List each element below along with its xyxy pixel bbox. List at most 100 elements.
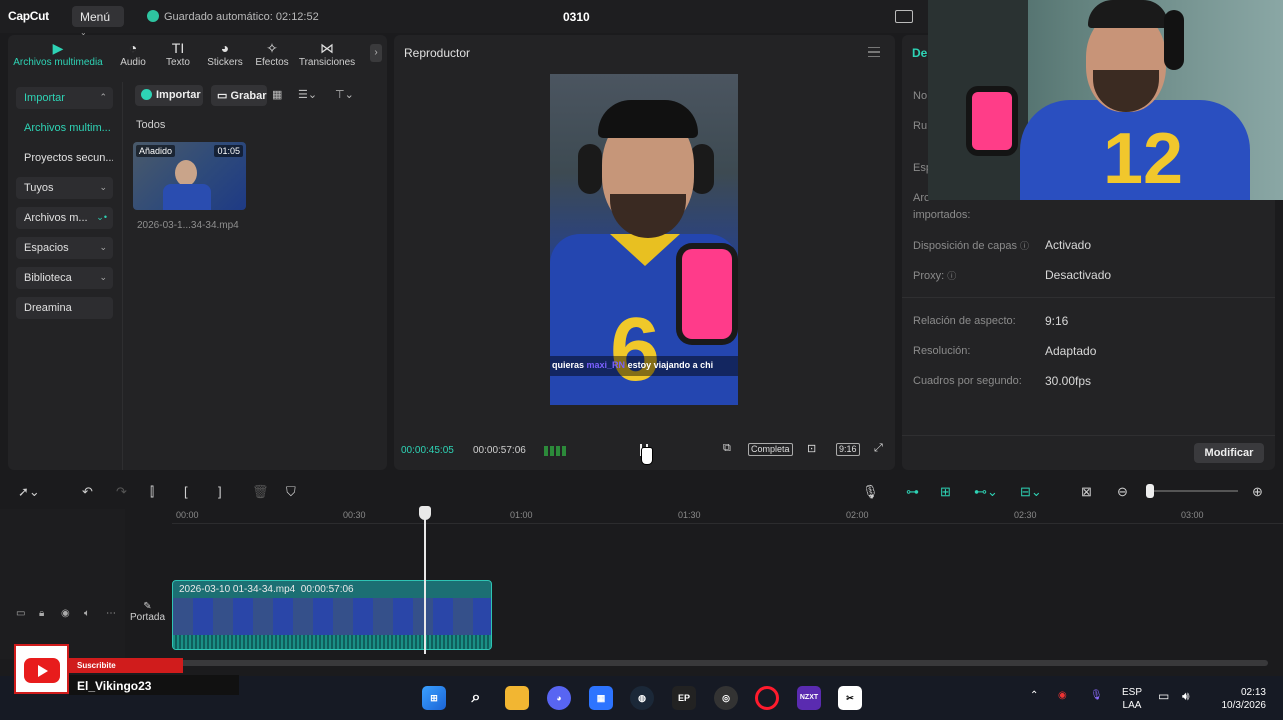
track-frame-icon[interactable]: ▭ bbox=[16, 608, 25, 619]
opera-icon[interactable] bbox=[755, 686, 779, 710]
sidebar-item-dreamina[interactable]: Dreamina bbox=[16, 297, 113, 319]
epic-games-icon[interactable]: EP bbox=[672, 686, 696, 710]
trim-right-icon[interactable]: ] bbox=[218, 484, 222, 499]
transitions-icon: ⋈ bbox=[320, 40, 334, 56]
marker-icon[interactable]: ⛉ bbox=[286, 484, 296, 500]
aspect-ratio-label: Relación de aspecto: bbox=[913, 315, 1016, 327]
microphone-icon[interactable]: 🎙 bbox=[862, 484, 879, 500]
modify-button[interactable]: Modificar bbox=[1194, 443, 1264, 463]
clock[interactable]: 02:13 10/3/2026 bbox=[1212, 686, 1267, 712]
clock-time: 02:13 bbox=[1240, 687, 1266, 698]
record-button[interactable]: ▭ Grabar bbox=[211, 85, 267, 106]
nzxt-icon[interactable]: NZXT bbox=[797, 686, 821, 710]
sidebar-item-label: Proyectos secun... bbox=[24, 152, 113, 164]
ruler-tick: 02:00 bbox=[846, 510, 869, 520]
info-icon[interactable]: ⓘ bbox=[1020, 241, 1029, 251]
ruler-tick: 01:00 bbox=[510, 510, 533, 520]
file-explorer-icon[interactable] bbox=[505, 686, 529, 710]
sidebar-item-library[interactable]: Biblioteca ⌄ bbox=[16, 267, 113, 289]
import-button[interactable]: Importar bbox=[135, 85, 203, 106]
details-tab[interactable]: De bbox=[912, 46, 927, 60]
detail-label-partial: No bbox=[913, 90, 928, 102]
zoom-out-icon[interactable]: ⊖ bbox=[1117, 484, 1128, 500]
video-preview[interactable]: 6 quieras maxi_RN estoy viajando a chi bbox=[550, 74, 738, 405]
sidebar-item-media-files-2[interactable]: Archivos m... ⌄• bbox=[16, 207, 113, 229]
layout-icon[interactable] bbox=[895, 10, 913, 23]
zoom-in-icon[interactable]: ⊕ bbox=[1252, 484, 1263, 500]
split-icon[interactable]: ⫿ bbox=[150, 484, 154, 500]
search-icon[interactable]: ⌕ bbox=[464, 686, 488, 710]
fullscreen-icon[interactable]: ⤢ bbox=[874, 442, 883, 455]
filter-icon[interactable]: ⊤⌄ bbox=[335, 88, 354, 101]
lock-icon[interactable]: 🔒︎ bbox=[39, 608, 44, 619]
store-icon[interactable]: ▦ bbox=[589, 686, 613, 710]
language-indicator[interactable]: ESP LAA bbox=[1122, 686, 1142, 712]
clip-filmstrip bbox=[173, 598, 491, 635]
sidebar-item-yours[interactable]: Tuyos ⌄ bbox=[16, 177, 113, 199]
chevron-up-icon[interactable]: ⌃ bbox=[1030, 690, 1038, 701]
tab-effects[interactable]: ✧ Efectos bbox=[248, 40, 296, 68]
steam-icon[interactable]: ◍ bbox=[630, 686, 654, 710]
sort-icon[interactable]: ☰⌄ bbox=[298, 88, 317, 101]
hamburger-menu-icon[interactable] bbox=[868, 47, 880, 57]
sidebar-item-spaces[interactable]: Espacios ⌄ bbox=[16, 237, 113, 259]
webcam-cap bbox=[1088, 0, 1168, 28]
volume-icon[interactable]: 🔊︎ bbox=[1182, 689, 1190, 704]
tray-mic-icon[interactable]: 🎙 bbox=[1090, 690, 1103, 701]
sidebar-item-import[interactable]: Importar ⌃ bbox=[16, 87, 113, 109]
delete-icon[interactable]: 🗑 bbox=[252, 484, 269, 500]
magnet-icon[interactable]: ⊞ bbox=[940, 484, 951, 500]
tab-text[interactable]: TI Texto bbox=[154, 40, 202, 68]
tab-media[interactable]: ▶ Archivos multimedia bbox=[10, 40, 106, 68]
menu-button[interactable]: Menú ⌄ bbox=[72, 6, 124, 37]
crop-icon[interactable]: ⧉ bbox=[723, 442, 731, 455]
undo-icon[interactable]: ↶ bbox=[82, 484, 93, 500]
more-icon[interactable]: ⋯ bbox=[106, 608, 116, 619]
windows-start-icon[interactable]: ⊞ bbox=[422, 686, 446, 710]
capcut-taskbar-icon[interactable]: ✂ bbox=[838, 686, 862, 710]
tab-stickers[interactable]: ◕ Stickers bbox=[201, 40, 249, 68]
info-icon[interactable]: ⓘ bbox=[947, 271, 956, 281]
focus-icon[interactable]: ⊡ bbox=[807, 442, 816, 455]
preview-axis-icon[interactable]: ⊟⌄ bbox=[1020, 484, 1042, 500]
zoom-slider-track[interactable] bbox=[1150, 490, 1238, 492]
media-thumbnail[interactable]: Añadido 01:05 bbox=[133, 142, 246, 210]
playhead-handle[interactable] bbox=[419, 506, 431, 520]
sidebar-item-media-files[interactable]: Archivos multim... bbox=[16, 117, 113, 139]
chevron-right-icon[interactable]: › bbox=[370, 44, 382, 62]
select-tool-icon[interactable]: ➚⌄ bbox=[18, 484, 40, 500]
sidebar-item-secondary-projects[interactable]: Proyectos secun... bbox=[16, 147, 113, 169]
playhead[interactable] bbox=[424, 506, 426, 654]
tray-app-icon[interactable]: ◉ bbox=[1058, 690, 1067, 701]
fps-label: Cuadros por segundo: bbox=[913, 375, 1022, 387]
zoom-slider-handle[interactable] bbox=[1146, 484, 1154, 498]
discord-icon[interactable]: ◕ bbox=[547, 686, 571, 710]
thumbnail-face bbox=[175, 160, 197, 186]
clip-duration: 00:00:57:06 bbox=[300, 584, 354, 595]
link-icon[interactable]: ⊶ bbox=[906, 484, 919, 500]
project-title[interactable]: 0310 bbox=[563, 10, 590, 24]
snap-icon[interactable]: ⊷⌄ bbox=[974, 484, 998, 500]
tab-audio[interactable]: ◔ Audio bbox=[109, 40, 157, 68]
channel-name: El_Vikingo23 bbox=[69, 675, 239, 695]
tab-label: Transiciones bbox=[298, 57, 356, 68]
video-jersey-number: 6 bbox=[610, 300, 661, 400]
timeline-scrollbar[interactable] bbox=[15, 660, 1268, 666]
grid-view-icon[interactable]: ▦ bbox=[272, 88, 282, 101]
record-label: Grabar bbox=[230, 90, 267, 102]
tab-label: Archivos multimedia bbox=[13, 57, 103, 68]
cover-button[interactable]: ✎ Portada bbox=[130, 601, 165, 631]
caption-icon[interactable]: ⊠ bbox=[1081, 484, 1092, 500]
network-icon[interactable]: ▭ bbox=[1158, 689, 1169, 703]
obs-icon[interactable]: ◎ bbox=[714, 686, 738, 710]
quality-button[interactable]: Completa bbox=[748, 443, 793, 456]
eye-icon[interactable]: ◉ bbox=[61, 608, 70, 619]
redo-icon[interactable]: ↷ bbox=[116, 484, 127, 500]
tab-transitions[interactable]: ⋈ Transiciones bbox=[297, 40, 357, 68]
trim-left-icon[interactable]: [ bbox=[184, 484, 188, 499]
speaker-icon[interactable]: 🔈︎ bbox=[84, 608, 90, 619]
video-clip[interactable]: 2026-03-10 01-34-34.mp4 00:00:57:06 bbox=[172, 580, 492, 650]
media-panel: ▶ Archivos multimedia ◔ Audio TI Texto ◕ Sti… bbox=[8, 35, 387, 470]
chevron-down-icon: ⌄ bbox=[99, 242, 107, 252]
aspect-ratio-button[interactable]: 9:16 bbox=[836, 443, 860, 456]
